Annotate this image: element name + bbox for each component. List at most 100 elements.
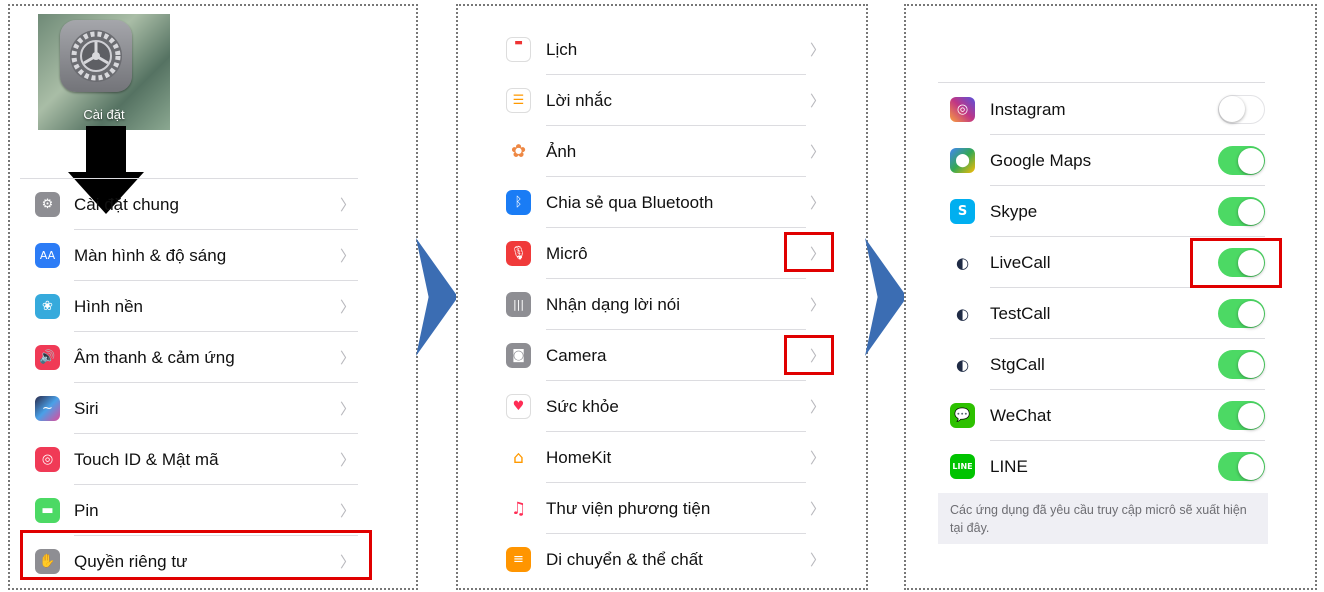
instagram-icon: ◎ — [950, 97, 975, 122]
motion-icon: ≡ — [506, 547, 531, 572]
wechat-mic-toggle[interactable] — [1218, 401, 1265, 430]
chevron-right-icon: 〉 — [340, 451, 356, 469]
chevron-right-icon: 〉 — [810, 449, 826, 467]
privacy-row-photos[interactable]: ✿ Ảnh 〉 — [458, 126, 866, 177]
settings-row-general[interactable]: ⚙ Cài đặt chung 〉 — [10, 179, 416, 230]
privacy-panel: ▬ Lịch 〉 ☰ Lời nhắc 〉 ✿ Ảnh 〉 ᛒ Chia sẻ … — [456, 4, 868, 590]
row-label: Thư viện phương tiện — [546, 498, 711, 518]
row-label: LINE — [990, 456, 1028, 476]
instagram-mic-toggle[interactable] — [1218, 95, 1265, 124]
settings-row-siri[interactable]: ~ Siri 〉 — [10, 383, 416, 434]
chevron-right-icon: 〉 — [340, 400, 356, 418]
waveform-icon: ||| — [506, 292, 531, 317]
line-mic-toggle[interactable] — [1218, 452, 1265, 481]
skype-mic-toggle[interactable] — [1218, 197, 1265, 226]
gear-icon: ⚙ — [35, 192, 60, 217]
aa-icon: AA — [35, 243, 60, 268]
camera-chevron-highlight — [784, 335, 834, 375]
row-label: Chia sẻ qua Bluetooth — [546, 192, 714, 212]
row-label: HomeKit — [546, 447, 612, 467]
livecall-toggle-highlight — [1190, 238, 1282, 288]
chevron-right-icon: 〉 — [340, 298, 356, 316]
chevron-right-icon: 〉 — [810, 500, 826, 518]
app-icon-label: Cài đặt — [83, 107, 125, 122]
privacy-row-health[interactable]: ♥ Sức khỏe 〉 — [458, 381, 866, 432]
google-maps-icon: ⬤ — [950, 148, 975, 173]
fingerprint-icon: ◎ — [35, 447, 60, 472]
mic-row-wechat: 💬 WeChat — [906, 390, 1315, 441]
stgcall-icon: ◐ — [950, 352, 975, 377]
privacy-row-motion-fitness[interactable]: ≡ Di chuyển & thể chất 〉 — [458, 534, 866, 585]
chevron-right-icon: 〉 — [340, 349, 356, 367]
row-label: Hình nền — [74, 296, 143, 316]
step-arrow-icon — [865, 238, 907, 356]
row-label: Instagram — [990, 99, 1066, 119]
chevron-right-icon: 〉 — [810, 143, 826, 161]
privacy-row-media-library[interactable]: ♫ Thư viện phương tiện 〉 — [458, 483, 866, 534]
settings-row-sounds[interactable]: 🔊 Âm thanh & cảm ứng 〉 — [10, 332, 416, 383]
siri-icon: ~ — [35, 396, 60, 421]
testcall-mic-toggle[interactable] — [1218, 299, 1265, 328]
privacy-row-homekit[interactable]: ⌂ HomeKit 〉 — [458, 432, 866, 483]
camera-icon: ◙ — [506, 343, 531, 368]
privacy-row-bluetooth[interactable]: ᛒ Chia sẻ qua Bluetooth 〉 — [458, 177, 866, 228]
mic-row-google-maps: ⬤ Google Maps — [906, 135, 1315, 186]
mic-row-instagram: ◎ Instagram — [906, 84, 1315, 135]
skype-icon: S — [950, 199, 975, 224]
chevron-right-icon: 〉 — [340, 196, 356, 214]
privacy-row-calendar[interactable]: ▬ Lịch 〉 — [458, 24, 866, 75]
settings-app-icon[interactable]: Cài đặt — [38, 14, 170, 130]
home-icon: ⌂ — [506, 445, 531, 470]
microphone-chevron-highlight — [784, 232, 834, 272]
row-label: TestCall — [990, 303, 1051, 323]
chevron-right-icon: 〉 — [810, 551, 826, 569]
settings-row-touch-id[interactable]: ◎ Touch ID & Mật mã 〉 — [10, 434, 416, 485]
privacy-row-speech-recognition[interactable]: ||| Nhận dạng lời nói 〉 — [458, 279, 866, 330]
row-label: Skype — [990, 201, 1038, 221]
speaker-icon: 🔊 — [35, 345, 60, 370]
google-maps-mic-toggle[interactable] — [1218, 146, 1265, 175]
settings-panel: Cài đặt ⚙ Cài đặt chung 〉 AA Màn hình & … — [8, 4, 418, 590]
row-label: Lời nhắc — [546, 90, 612, 110]
chevron-right-icon: 〉 — [340, 247, 356, 265]
privacy-row-reminders[interactable]: ☰ Lời nhắc 〉 — [458, 75, 866, 126]
row-label: Micrô — [546, 243, 588, 263]
line-icon: LINE — [950, 454, 975, 479]
row-label: Âm thanh & cảm ứng — [74, 347, 235, 367]
row-label: Lịch — [546, 39, 578, 59]
settings-row-wallpaper[interactable]: ❀ Hình nền 〉 — [10, 281, 416, 332]
settings-row-battery[interactable]: ▬ Pin 〉 — [10, 485, 416, 536]
privacy-list: ▬ Lịch 〉 ☰ Lời nhắc 〉 ✿ Ảnh 〉 ᛒ Chia sẻ … — [458, 24, 866, 585]
mic-row-line: LINE LINE — [906, 441, 1315, 492]
row-label: LiveCall — [990, 252, 1051, 272]
settings-row-display[interactable]: AA Màn hình & độ sáng 〉 — [10, 230, 416, 281]
photos-icon: ✿ — [506, 139, 531, 164]
music-note-icon: ♫ — [506, 496, 531, 521]
row-label: Cài đặt chung — [74, 194, 179, 214]
row-label: Google Maps — [990, 150, 1092, 170]
battery-icon: ▬ — [35, 498, 60, 523]
row-label: Sức khỏe — [546, 396, 619, 416]
microphone-app-list: ◎ Instagram ⬤ Google Maps S Skype ◐ Live… — [906, 84, 1315, 492]
chevron-right-icon: 〉 — [810, 92, 826, 110]
stgcall-mic-toggle[interactable] — [1218, 350, 1265, 379]
microphone-icon: 🎙 — [506, 241, 531, 266]
chevron-right-icon: 〉 — [810, 398, 826, 416]
bluetooth-icon: ᛒ — [506, 190, 531, 215]
settings-list: ⚙ Cài đặt chung 〉 AA Màn hình & độ sáng … — [10, 179, 416, 587]
row-label: Pin — [74, 500, 99, 520]
mic-row-stgcall: ◐ StgCall — [906, 339, 1315, 390]
livecall-icon: ◐ — [950, 250, 975, 275]
row-label: Nhận dạng lời nói — [546, 294, 681, 314]
row-label: WeChat — [990, 405, 1052, 425]
mic-row-skype: S Skype — [906, 186, 1315, 237]
wechat-icon: 💬 — [950, 403, 975, 428]
mic-row-testcall: ◐ TestCall — [906, 288, 1315, 339]
reminders-icon: ☰ — [506, 88, 531, 113]
calendar-icon: ▬ — [506, 37, 531, 62]
row-label: Màn hình & độ sáng — [74, 245, 227, 265]
chevron-right-icon: 〉 — [810, 194, 826, 212]
row-label: Ảnh — [546, 141, 577, 161]
chevron-right-icon: 〉 — [340, 502, 356, 520]
chevron-right-icon: 〉 — [810, 296, 826, 314]
